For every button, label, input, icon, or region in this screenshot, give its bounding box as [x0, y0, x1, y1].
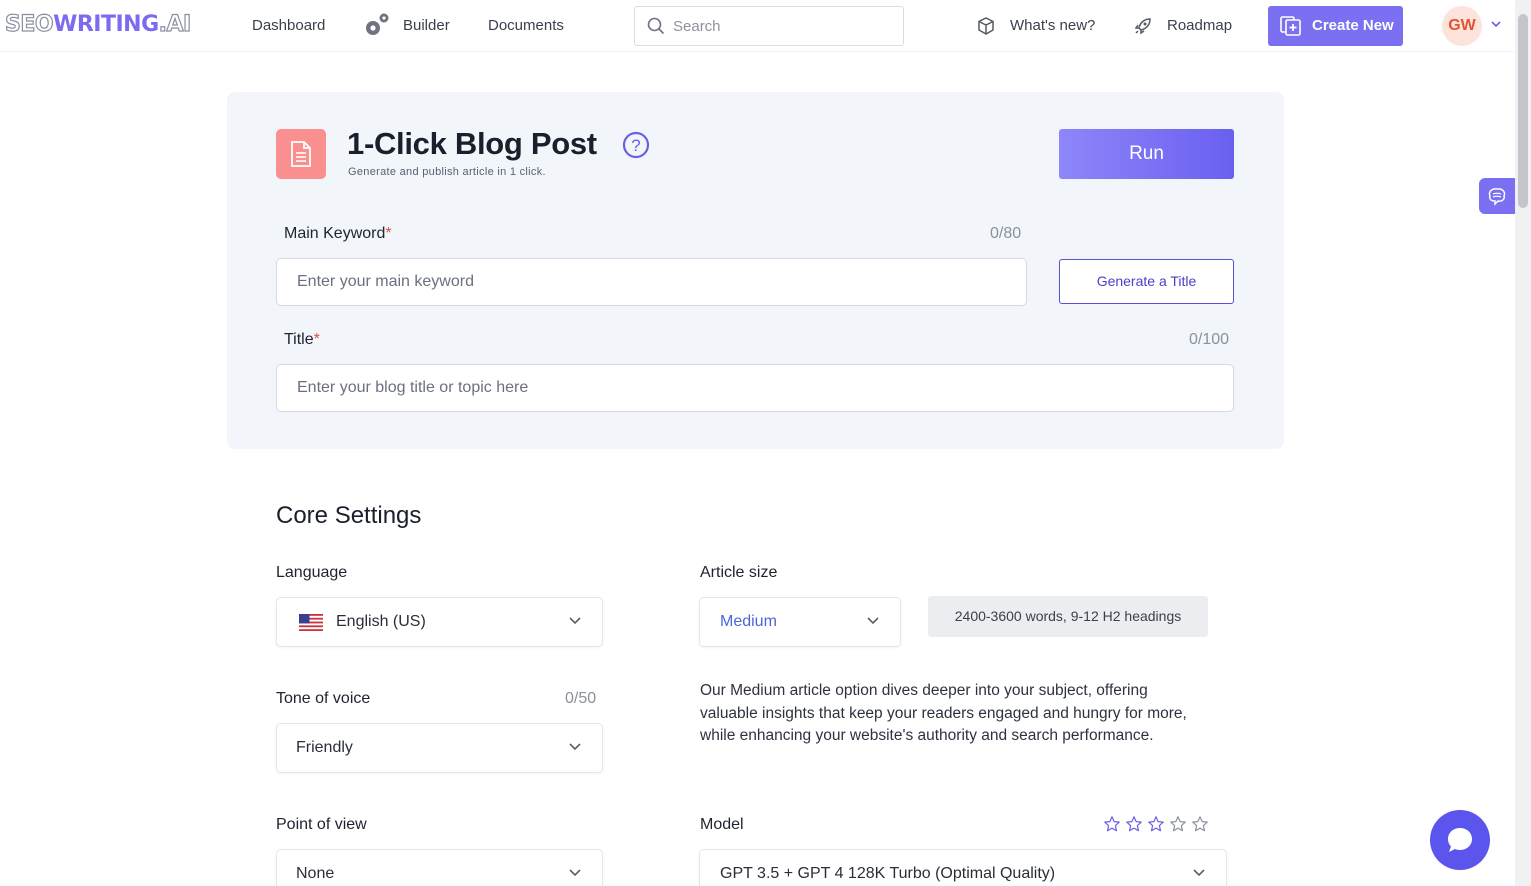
- scrollbar[interactable]: [1515, 0, 1531, 886]
- nav-link-dashboard[interactable]: Dashboard: [252, 17, 325, 34]
- article-size-label: Article size: [700, 564, 778, 581]
- create-new-label: Create New: [1312, 17, 1394, 34]
- nav-link-roadmap[interactable]: Roadmap: [1167, 17, 1232, 34]
- logo[interactable]: SEOWRITING.AI: [4, 11, 192, 37]
- article-size-info: 2400-3600 words, 9-12 H2 headings: [928, 596, 1208, 637]
- model-label: Model: [700, 816, 744, 833]
- side-assistant-button[interactable]: [1479, 178, 1515, 214]
- svg-text:?: ?: [631, 136, 640, 155]
- tone-of-voice-value: Friendly: [296, 739, 353, 756]
- title-label: Title*: [284, 331, 320, 349]
- main-keyword-label-text: Main Keyword: [284, 225, 386, 242]
- main-keyword-input[interactable]: [276, 258, 1027, 306]
- document-icon: [276, 129, 326, 179]
- title-label-text: Title: [284, 331, 314, 348]
- chevron-down-icon: [569, 617, 581, 625]
- tone-of-voice-select[interactable]: Friendly: [276, 723, 603, 773]
- gear-icon: [366, 13, 389, 35]
- top-navigation: SEOWRITING.AI Dashboard Builder Document…: [0, 0, 1515, 52]
- nav-link-whats-new[interactable]: What's new?: [1010, 17, 1095, 34]
- star-icon: [1148, 816, 1164, 832]
- nav-link-builder[interactable]: Builder: [403, 17, 450, 34]
- article-size-value: Medium: [720, 613, 777, 630]
- logo-ai: .AI: [158, 11, 192, 37]
- generate-title-button[interactable]: Generate a Title: [1059, 259, 1234, 304]
- logo-seo: SEO: [4, 11, 54, 37]
- scrollbar-thumb[interactable]: [1518, 14, 1528, 208]
- search-input[interactable]: Search: [673, 18, 721, 35]
- star-icon: [1192, 816, 1208, 832]
- box-icon: [978, 17, 994, 35]
- model-select[interactable]: GPT 3.5 + GPT 4 128K Turbo (Optimal Qual…: [699, 849, 1227, 886]
- run-button[interactable]: Run: [1059, 129, 1234, 179]
- help-icon[interactable]: ?: [622, 131, 650, 159]
- star-icon: [1104, 816, 1120, 832]
- us-flag-icon: [299, 614, 323, 631]
- core-settings-heading: Core Settings: [276, 502, 422, 529]
- main-keyword-label: Main Keyword*: [284, 225, 392, 243]
- language-select[interactable]: English (US): [276, 597, 603, 647]
- brain-icon: [1488, 188, 1506, 206]
- create-new-button[interactable]: Create New: [1268, 6, 1403, 46]
- required-marker: *: [385, 225, 392, 242]
- search-icon: [647, 17, 665, 35]
- model-value: GPT 3.5 + GPT 4 128K Turbo (Optimal Qual…: [720, 865, 1056, 882]
- chat-button[interactable]: [1430, 810, 1490, 870]
- required-marker: *: [313, 331, 320, 348]
- logo-writing: WRITING: [53, 12, 159, 37]
- tone-of-voice-counter: 0/50: [565, 690, 597, 707]
- page-title: 1-Click Blog Post: [347, 126, 597, 161]
- rocket-icon: [1134, 18, 1151, 35]
- model-rating[interactable]: [1103, 815, 1211, 835]
- point-of-view-select[interactable]: None: [276, 849, 603, 886]
- point-of-view-value: None: [296, 865, 335, 882]
- tone-of-voice-label: Tone of voice: [276, 690, 371, 707]
- page-subtitle: Generate and publish article in 1 click.: [348, 166, 546, 178]
- chevron-down-icon: [569, 743, 581, 751]
- chevron-down-icon: [867, 617, 879, 625]
- star-icon: [1126, 816, 1142, 832]
- chat-icon: [1448, 828, 1472, 852]
- search-box[interactable]: Search: [634, 6, 904, 46]
- article-size-description: Our Medium article option dives deeper i…: [700, 682, 1187, 744]
- chevron-down-icon: [569, 869, 581, 877]
- star-icon: [1170, 816, 1186, 832]
- nav-link-documents[interactable]: Documents: [488, 17, 564, 34]
- language-value: English (US): [336, 613, 426, 630]
- add-document-icon: [1280, 16, 1301, 36]
- chevron-down-icon: [1193, 869, 1205, 877]
- chevron-down-icon[interactable]: [1490, 20, 1502, 28]
- main-keyword-counter: 0/80: [990, 225, 1022, 242]
- avatar[interactable]: GW: [1442, 6, 1482, 46]
- title-input[interactable]: [276, 364, 1234, 412]
- language-label: Language: [276, 564, 348, 581]
- title-counter: 0/100: [1189, 331, 1230, 348]
- article-size-select[interactable]: Medium: [699, 597, 901, 647]
- point-of-view-label: Point of view: [276, 816, 367, 833]
